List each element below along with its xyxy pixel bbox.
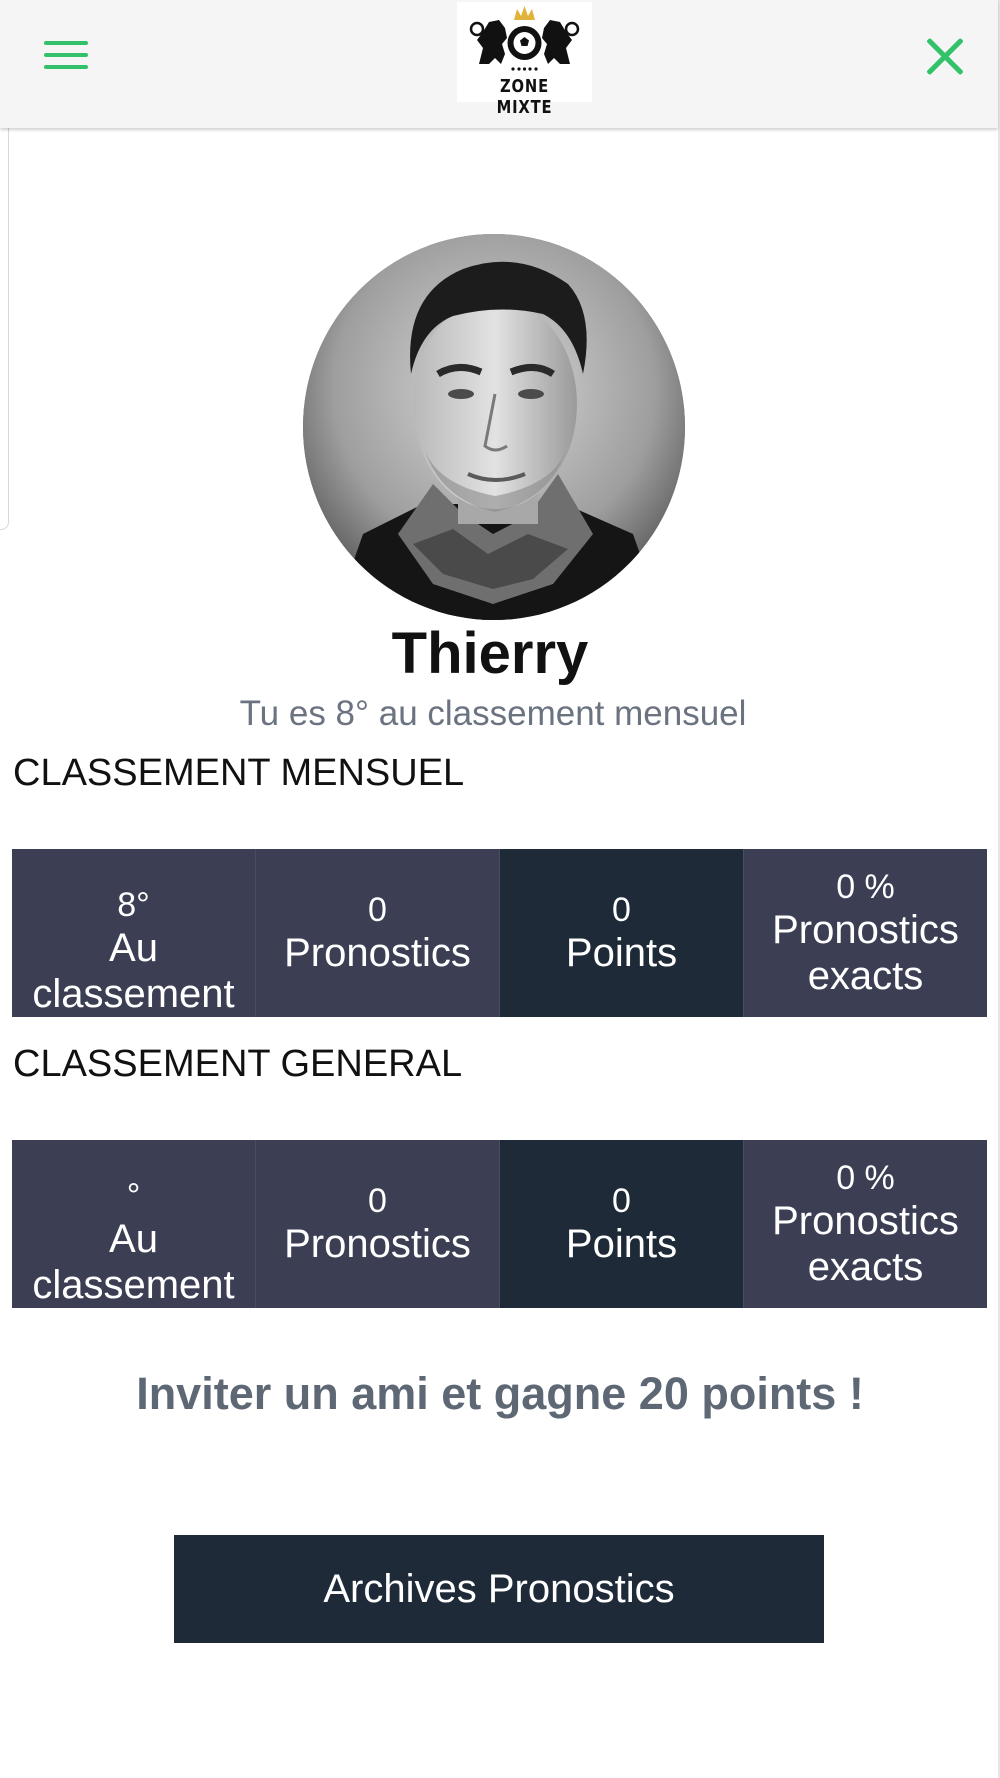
zone-mixte-logo[interactable]: ZONE MIXTE [457, 2, 592, 118]
stat-points-value: 0 [612, 891, 631, 929]
stat-rank: 8° Au classement [12, 849, 256, 1017]
stat-exact-value: 0 % [836, 1159, 895, 1197]
profile-photo [303, 234, 685, 620]
stat-exact-label: Pronostics exacts [772, 908, 959, 998]
stat-rank-value: 8° [117, 886, 150, 924]
side-drawer-edge[interactable] [0, 115, 9, 530]
stat-pronostics-label: Pronostics [284, 931, 471, 975]
logo-text: ZONE MIXTE [496, 76, 553, 118]
stat-points: 0 Points [500, 1140, 744, 1308]
general-ranking-title: CLASSEMENT GENERAL [13, 1043, 463, 1085]
stat-rank-label: Au classement [32, 1217, 235, 1307]
general-stats-row: ° Au classement 0 Pronostics 0 Points 0 … [12, 1140, 987, 1308]
stat-points: 0 Points [500, 849, 744, 1017]
stat-rank-value: ° [126, 1177, 141, 1215]
stat-rank-label: Au classement [32, 926, 235, 1016]
stat-pronostics-value: 0 [368, 891, 387, 929]
stat-pronostics-value: 0 [368, 1182, 387, 1220]
stat-exact-pronostics: 0 % Pronostics exacts [744, 849, 987, 1017]
invite-friend-text[interactable]: Inviter un ami et gagne 20 points ! [0, 1368, 1000, 1420]
stat-rank: ° Au classement [12, 1140, 256, 1308]
app-screen: ZONE MIXTE Thierry Tu es 8° au classemen… [0, 0, 1000, 1778]
stat-points-value: 0 [612, 1182, 631, 1220]
stat-pronostics-label: Pronostics [284, 1222, 471, 1266]
close-x-icon[interactable] [918, 30, 972, 84]
profile-name: Thierry [391, 621, 589, 686]
stat-exact-label: Pronostics exacts [772, 1199, 959, 1289]
monthly-rank-text: Tu es 8° au classement mensuel [239, 694, 747, 733]
archives-pronostics-button[interactable]: Archives Pronostics [174, 1535, 824, 1643]
hamburger-menu-icon[interactable] [38, 34, 94, 76]
stat-pronostics: 0 Pronostics [256, 849, 500, 1017]
stat-exact-value: 0 % [836, 868, 895, 906]
monthly-ranking-title: CLASSEMENT MENSUEL [13, 752, 465, 794]
profile-avatar [303, 234, 685, 620]
stat-points-label: Points [565, 931, 678, 975]
stat-exact-pronostics: 0 % Pronostics exacts [744, 1140, 987, 1308]
monthly-stats-row: 8° Au classement 0 Pronostics 0 Points 0… [12, 849, 987, 1017]
stat-points-label: Points [565, 1222, 678, 1266]
stat-pronostics: 0 Pronostics [256, 1140, 500, 1308]
top-header: ZONE MIXTE [0, 0, 998, 128]
